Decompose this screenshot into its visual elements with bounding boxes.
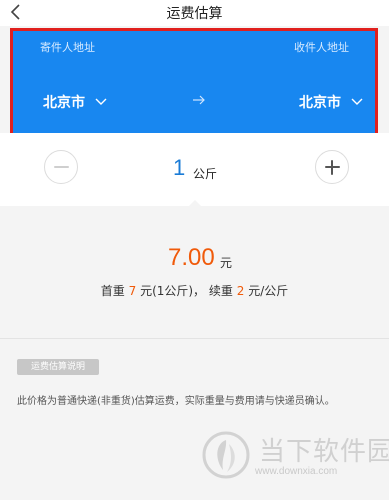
first-weight-price: 7	[128, 284, 137, 298]
chevron-down-icon	[351, 98, 363, 105]
first-weight-label: 首重	[100, 284, 125, 298]
extra-weight-label: 续重	[208, 284, 233, 298]
extra-weight-unit: 元/公斤	[248, 284, 289, 298]
weight-stepper-panel: 1 公斤	[0, 133, 389, 206]
page-title: 运费估算	[166, 6, 223, 22]
decrease-weight-button[interactable]	[44, 150, 78, 184]
chevron-down-icon	[95, 98, 107, 105]
arrow-right-icon	[193, 95, 205, 105]
result-pointer	[188, 200, 202, 207]
increase-weight-button[interactable]	[315, 150, 349, 184]
notice-tag: 运费估算说明	[17, 359, 99, 375]
watermark-title: 当下软件园	[259, 437, 389, 467]
divider	[0, 338, 389, 339]
receiver-city-select[interactable]: 北京市	[299, 92, 363, 112]
notice-text: 此价格为普通快递(非重货)估算运费，实际重量与费用请与快递员确认。	[17, 396, 335, 407]
watermark-url: www.downxia.com	[255, 466, 338, 477]
extra-weight-price: 2	[236, 284, 245, 298]
sender-address-label: 寄件人地址	[40, 41, 95, 54]
estimated-price: 7.00	[168, 244, 215, 271]
weight-unit: 公斤	[193, 167, 218, 181]
rate-description: 首重 7 元(1公斤)， 续重 2 元/公斤	[0, 282, 389, 299]
sender-city-value: 北京市	[43, 95, 85, 111]
price-unit: 元	[220, 256, 233, 270]
receiver-city-value: 北京市	[299, 95, 341, 111]
first-weight-unit: 元(1公斤)，	[140, 284, 206, 298]
watermark: 当下软件园 www.downxia.com	[201, 428, 389, 500]
sender-city-select[interactable]: 北京市	[43, 92, 107, 112]
minus-icon	[54, 166, 69, 168]
logo-icon	[202, 431, 250, 479]
receiver-address-label: 收件人地址	[294, 41, 349, 54]
top-bar: 运费估算	[0, 0, 389, 26]
weight-value: 1	[173, 155, 186, 180]
